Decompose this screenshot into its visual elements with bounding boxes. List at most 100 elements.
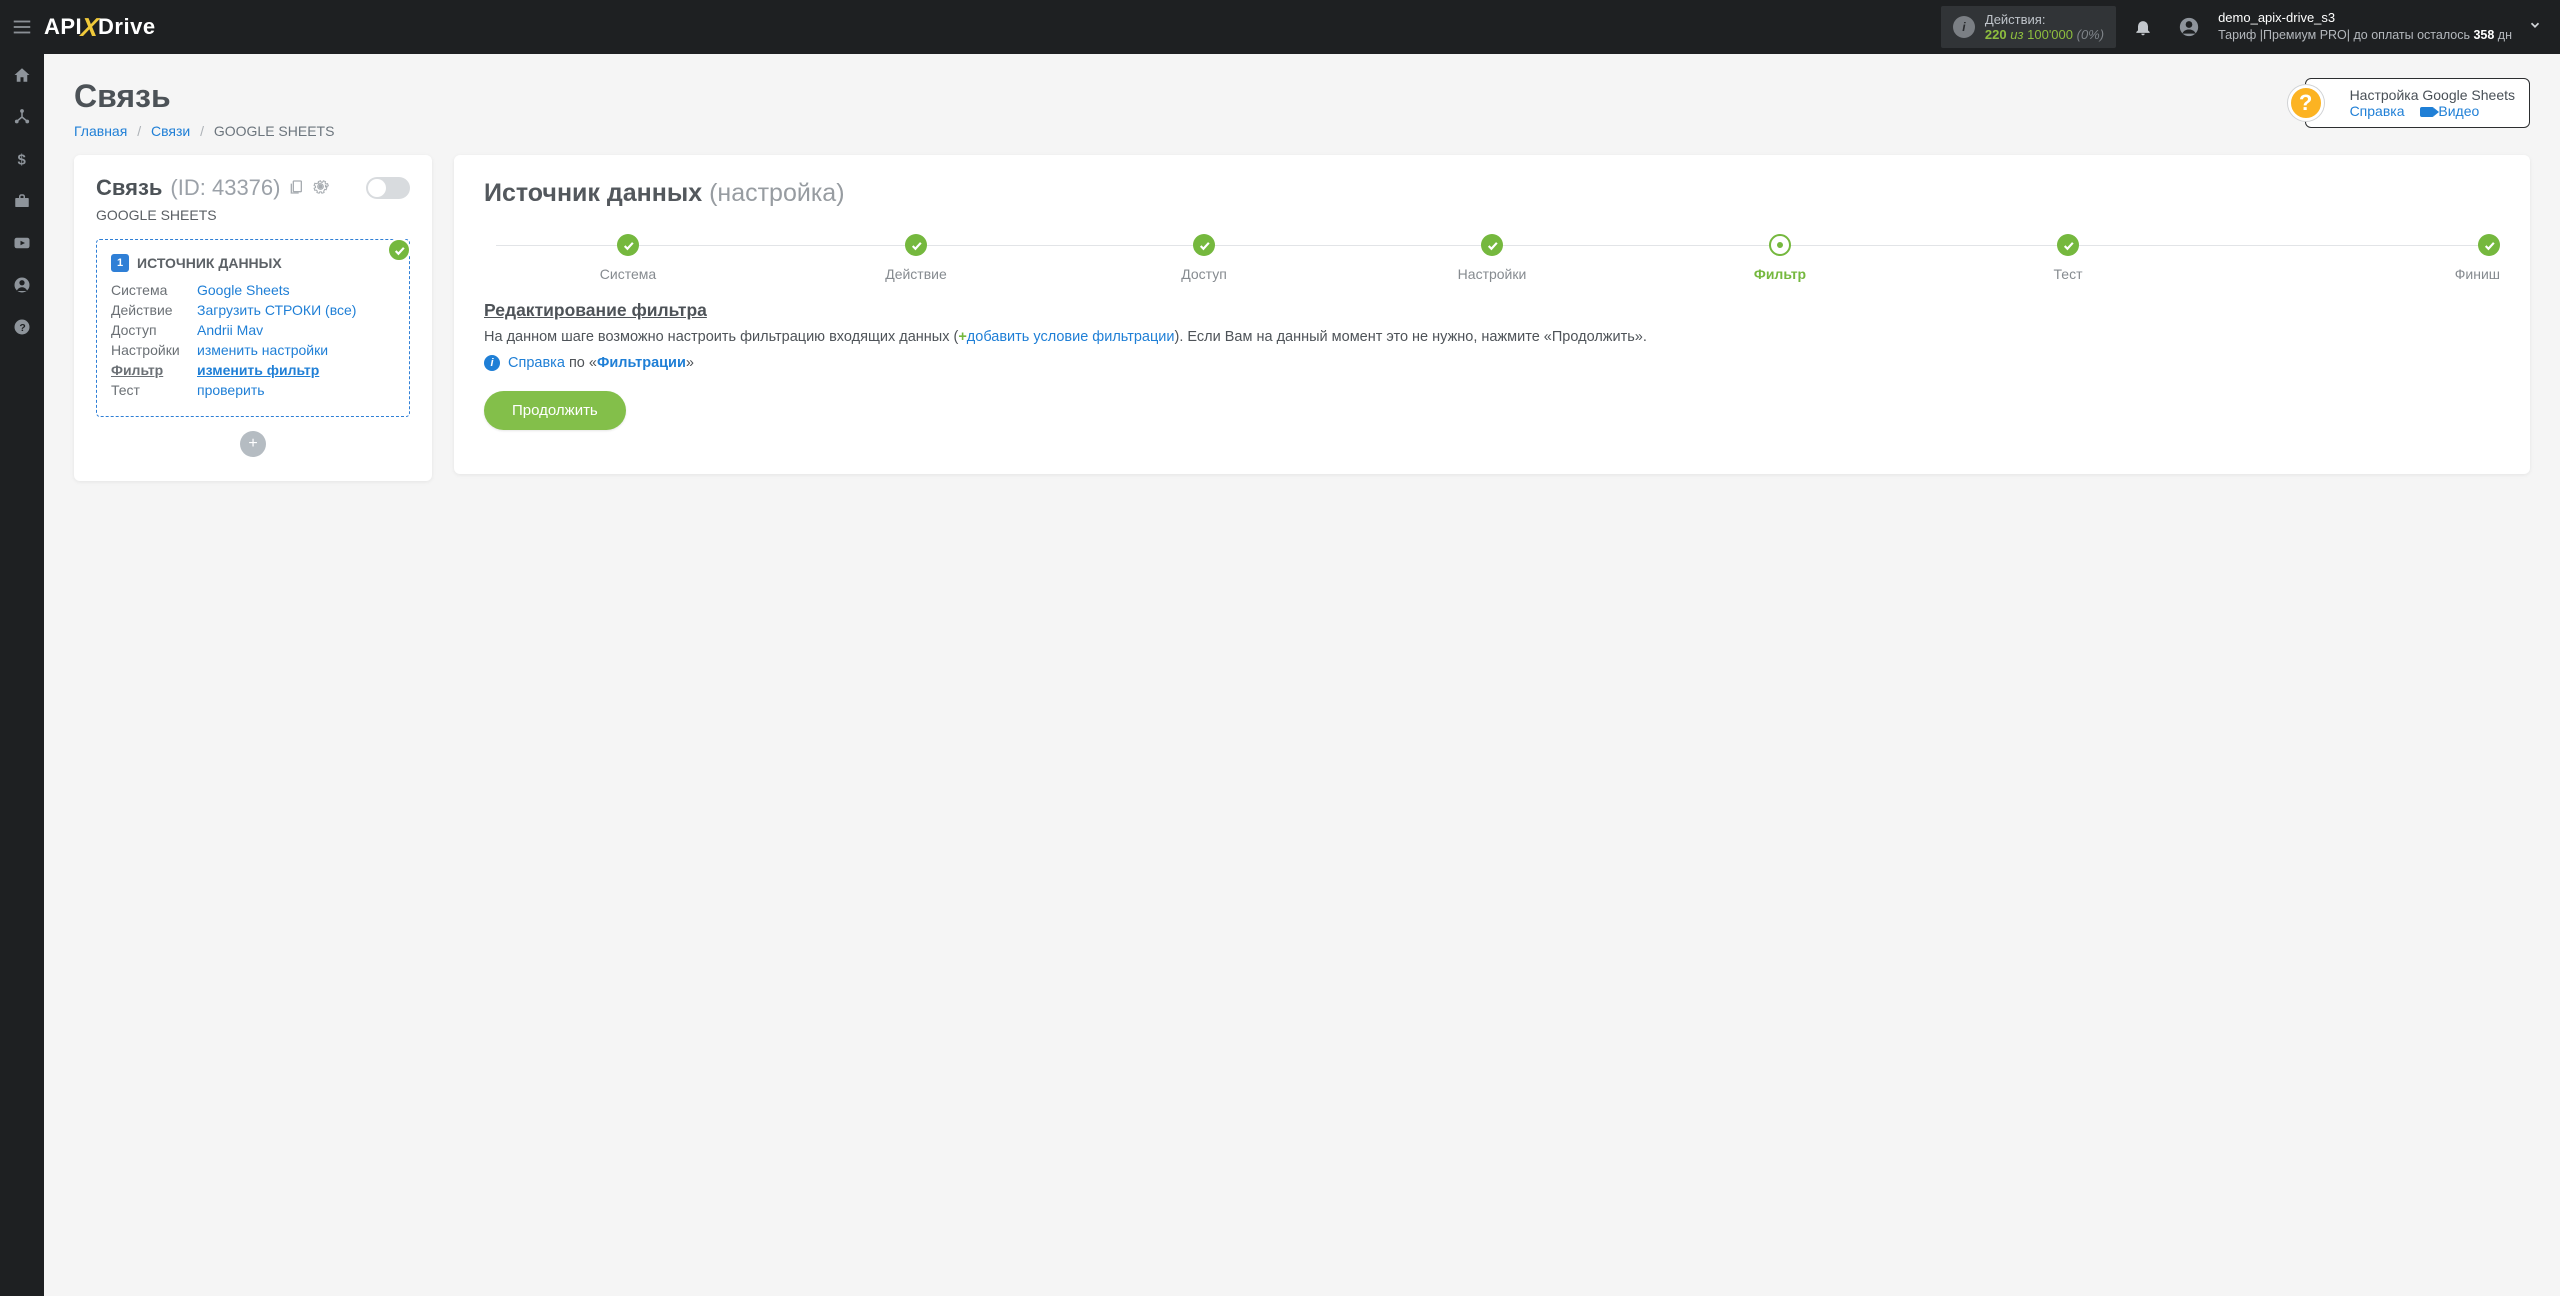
info-label: Система: [111, 282, 197, 298]
info-value-link[interactable]: изменить настройки: [197, 342, 328, 358]
step-label: Действие: [772, 266, 1060, 282]
help-box-video-link[interactable]: Видео: [2420, 103, 2479, 119]
step-настройки[interactable]: Настройки: [1348, 234, 1636, 282]
section-title: Редактирование фильтра: [484, 300, 2500, 321]
step-доступ[interactable]: Доступ: [1060, 234, 1348, 282]
step-check-icon: [1193, 234, 1215, 256]
question-badge-icon: ?: [2288, 85, 2324, 121]
sidebar-home[interactable]: [0, 54, 44, 96]
info-label: Фильтр: [111, 362, 197, 378]
help-box-reference-link[interactable]: Справка: [2350, 103, 2405, 119]
check-badge-icon: [387, 238, 411, 262]
step-тест[interactable]: Тест: [1924, 234, 2212, 282]
source-box-title: 1 ИСТОЧНИК ДАННЫХ: [111, 254, 395, 272]
step-финиш[interactable]: Финиш: [2212, 234, 2500, 282]
source-box: 1 ИСТОЧНИК ДАННЫХ СистемаGoogle SheetsДе…: [96, 239, 410, 417]
svg-text:$: $: [18, 151, 27, 168]
info-badge-icon: i: [484, 355, 500, 371]
info-value-link[interactable]: Google Sheets: [197, 282, 290, 298]
sidebar-profile[interactable]: [0, 264, 44, 306]
step-check-icon: [1481, 234, 1503, 256]
step-label: Финиш: [2212, 266, 2500, 282]
actions-pct: (0%): [2077, 27, 2104, 42]
info-row: ДействиеЗагрузить СТРОКИ (все): [111, 302, 395, 318]
actions-limit: 100'000: [2027, 27, 2073, 42]
step-label: Тест: [1924, 266, 2212, 282]
main-title: Источник данных (настройка): [484, 179, 2500, 208]
info-row: Фильтризменить фильтр: [111, 362, 395, 378]
continue-button[interactable]: Продолжить: [484, 391, 626, 430]
info-icon: i: [1953, 16, 1975, 38]
badge-number: 1: [111, 254, 129, 272]
connection-card: Связь (ID: 43376) GOOGLE SHEETS 1 ИСТОЧН…: [74, 155, 432, 481]
svg-text:?: ?: [19, 322, 25, 334]
breadcrumb: Главная / Связи / GOOGLE SHEETS: [74, 123, 334, 139]
info-label: Настройки: [111, 342, 197, 358]
copy-icon[interactable]: [288, 179, 304, 198]
logo-x-icon: X: [80, 12, 101, 43]
step-label: Доступ: [1060, 266, 1348, 282]
sidebar-connections[interactable]: [0, 96, 44, 138]
step-check-icon: [2478, 234, 2500, 256]
info-row: Тестпроверить: [111, 382, 395, 398]
add-destination-button[interactable]: +: [240, 431, 266, 457]
notifications-icon[interactable]: [2124, 17, 2162, 37]
help-box: ? Настройка Google Sheets Справка Видео: [2305, 78, 2530, 128]
add-filter-link[interactable]: добавить условие фильтрации: [967, 329, 1175, 345]
plus-icon: +: [958, 329, 966, 345]
connection-subtitle: GOOGLE SHEETS: [96, 207, 410, 223]
info-value-link[interactable]: Загрузить СТРОКИ (все): [197, 302, 356, 318]
breadcrumb-connections[interactable]: Связи: [151, 123, 190, 139]
step-current-icon: [1769, 234, 1791, 256]
breadcrumb-home[interactable]: Главная: [74, 123, 127, 139]
info-label: Доступ: [111, 322, 197, 338]
actions-count: 220: [1985, 27, 2007, 42]
actions-counter: i Действия: 220 из 100'000 (0%): [1941, 6, 2116, 48]
info-label: Действие: [111, 302, 197, 318]
sidebar: $ ?: [0, 54, 44, 1296]
sidebar-video[interactable]: [0, 222, 44, 264]
actions-label: Действия:: [1985, 12, 2104, 27]
step-label: Настройки: [1348, 266, 1636, 282]
connection-title: Связь: [96, 175, 162, 201]
logo-api: API: [44, 14, 82, 40]
info-row: Настройкиизменить настройки: [111, 342, 395, 358]
help-line: i Справка по «Фильтрации»: [484, 355, 2500, 371]
main-card: Источник данных (настройка) СистемаДейст…: [454, 155, 2530, 474]
sidebar-help[interactable]: ?: [0, 306, 44, 348]
step-действие[interactable]: Действие: [772, 234, 1060, 282]
reference-link[interactable]: Справка: [508, 355, 565, 371]
step-фильтр[interactable]: Фильтр: [1636, 234, 1924, 282]
logo-drive: Drive: [98, 14, 156, 40]
user-name: demo_apix-drive_s3: [2218, 10, 2512, 27]
step-check-icon: [617, 234, 639, 256]
info-value-link[interactable]: Andrii Mav: [197, 322, 263, 338]
video-icon: [2420, 107, 2434, 117]
logo[interactable]: APIXDrive: [44, 12, 156, 43]
info-label: Тест: [111, 382, 197, 398]
step-check-icon: [2057, 234, 2079, 256]
step-система[interactable]: Система: [484, 234, 772, 282]
filter-help-link[interactable]: Фильтрации: [597, 355, 686, 371]
chevron-down-icon: [2528, 18, 2542, 35]
breadcrumb-active: GOOGLE SHEETS: [214, 123, 335, 139]
step-check-icon: [905, 234, 927, 256]
main-title-sub: (настройка): [709, 179, 844, 207]
info-row: ДоступAndrii Mav: [111, 322, 395, 338]
actions-of: из: [2010, 27, 2023, 42]
help-box-title: Настройка Google Sheets: [2350, 87, 2515, 103]
user-menu[interactable]: demo_apix-drive_s3 Тариф |Премиум PRO| д…: [2170, 10, 2550, 43]
step-label: Фильтр: [1636, 266, 1924, 282]
sidebar-billing[interactable]: $: [0, 138, 44, 180]
info-row: СистемаGoogle Sheets: [111, 282, 395, 298]
menu-toggle[interactable]: [0, 16, 44, 38]
stepper: СистемаДействиеДоступНастройкиФильтрТест…: [484, 234, 2500, 282]
section-description: На данном шаге возможно настроить фильтр…: [484, 327, 2500, 349]
info-value-link[interactable]: изменить фильтр: [197, 362, 319, 378]
connection-toggle[interactable]: [366, 177, 410, 199]
page-title: Связь: [74, 78, 334, 115]
settings-icon[interactable]: [312, 178, 329, 198]
info-value-link[interactable]: проверить: [197, 382, 265, 398]
user-tariff: Тариф |Премиум PRO| до оплаты осталось 3…: [2218, 27, 2512, 43]
sidebar-briefcase[interactable]: [0, 180, 44, 222]
